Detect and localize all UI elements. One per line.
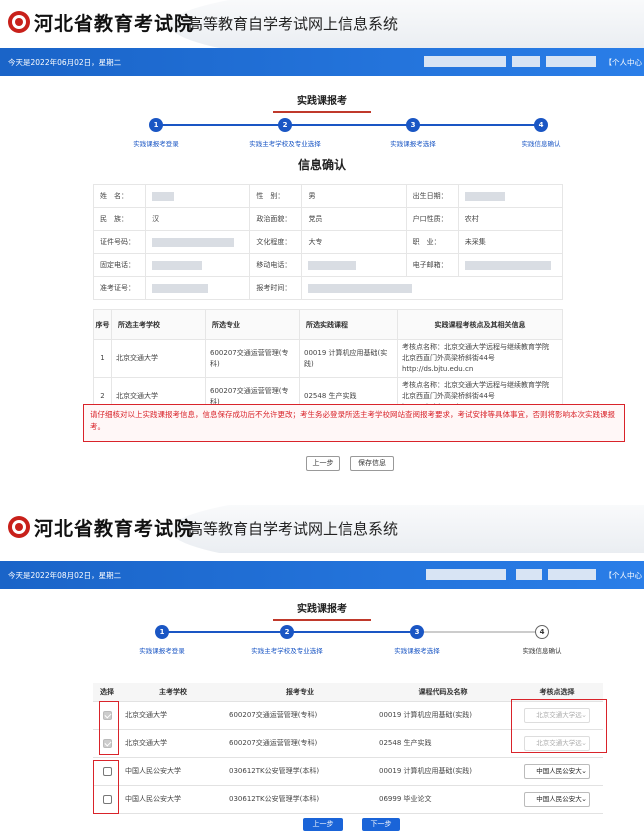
top-bar: 今天是2022年08月02日，星期二 【个人中心 [0,561,644,589]
highlight-box [93,760,119,814]
highlight-box [99,701,119,755]
col-header: 所选实践课程 [299,309,398,340]
table-row: 1 北京交通大学 600207交通运营管理(专科) 00019 计算机应用基础(… [93,339,563,378]
system-name: 高等教育自学考试网上信息系统 [188,15,399,33]
name-label: 姓 名： [92,184,147,208]
edu-label: 文化程度： [249,230,303,254]
nation-label: 民 族： [92,207,147,231]
user-center-link[interactable]: 【个人中心 [605,57,643,68]
col-header: 课程代码及名称 [375,683,511,702]
step-3-label: 实践课报考选择 [390,140,436,148]
course-select-panel: 河北省教育考试院 高等教育自学考试网上信息系统 今天是2022年08月02日，星… [0,505,644,831]
org-name: 河北省教育考试院 [34,13,195,35]
step-4-label: 实践信息确认 [522,647,562,655]
col-header: 报考专业 [225,683,375,702]
edu-value: 大专 [301,230,407,254]
highlight-box [511,699,607,753]
step-progress: 1 2 3 4 实践课报考登录 实践主考学校及专业选择 实践课报考选择 实践信息… [0,118,644,148]
step-2-label: 实践主考学校及专业选择 [249,140,321,148]
hukou-value: 农村 [457,207,564,231]
personal-info-table: 姓 名： 性 别： 男 出生日期： 民 族： 汉 政治面貌： 党员 户口性质： … [92,184,564,300]
prev-button[interactable]: 上一步 [303,818,343,831]
site-header: 河北省教育考试院 高等教育自学考试网上信息系统 [0,0,644,48]
step-4-dot: 4 [534,118,548,132]
redacted-value [152,283,209,293]
table-row: 中国人民公安大学 030612TK公安管理学(本科) 06999 毕业论文 中国… [93,785,603,814]
ticket-label: 准考证号： [92,276,147,300]
page-title: 实践课报考 [273,600,371,621]
step-1-label: 实践课报考登录 [139,647,185,655]
page-title: 实践课报考 [273,92,371,113]
col-header: 主考学校 [121,683,225,702]
job-value: 未采集 [457,230,564,254]
redacted-value [152,260,203,270]
step-3-dot: 3 [410,625,424,639]
section-title: 信息确认 [297,158,346,172]
redacted-user [512,56,540,67]
gender-label: 性 别： [249,184,303,208]
redacted-user [424,56,506,67]
redacted-user [546,56,596,67]
regtime-label: 报考时间： [249,276,303,300]
id-label: 证件号码： [92,230,147,254]
system-name: 高等教育自学考试网上信息系统 [188,520,399,538]
exam-authority-logo-icon [8,516,30,538]
chevron-down-icon: ⌄ [581,794,587,803]
step-1-dot: 1 [149,118,163,132]
redacted-value [464,260,551,270]
mobile-label: 移动电话： [249,253,303,277]
step-4-label: 实践信息确认 [521,140,561,148]
step-2-dot: 2 [278,118,292,132]
col-header: 选择 [93,683,121,702]
next-button[interactable]: 下一步 [362,818,400,831]
user-center-link[interactable]: 【个人中心 [605,570,643,581]
org-name: 河北省教育考试院 [34,518,195,540]
nation-value: 汉 [145,207,251,231]
redacted-user [548,569,596,580]
step-progress: 1 2 3 4 实践课报考登录 实践主考学校及专业选择 实践课报考选择 实践信息… [0,625,644,655]
site-header: 河北省教育考试院 高等教育自学考试网上信息系统 [0,505,644,553]
redacted-value [308,283,413,293]
date-text: 今天是2022年06月02日，星期二 [8,58,122,67]
col-header: 实践课程考核点及其相关信息 [397,309,563,340]
exam-site-select[interactable]: 中国人民公安大 ⌄ [524,763,590,779]
table-row: 中国人民公安大学 030612TK公安管理学(本科) 00019 计算机应用基础… [93,757,603,786]
col-header: 所选专业 [205,309,300,340]
redacted-value [464,191,505,201]
step-2-label: 实践主考学校及专业选择 [251,647,323,655]
hukou-label: 户口性质： [405,207,459,231]
redacted-value [152,237,235,247]
step-1-label: 实践课报考登录 [133,140,179,148]
politics-label: 政治面貌： [249,207,303,231]
warning-notice: 请仔细核对以上实践课报考信息，信息保存成功后不允许更改；考生务必登录所选主考学校… [83,404,625,442]
redacted-user [516,569,542,580]
step-3-dot: 3 [406,118,420,132]
col-header: 序号 [93,309,112,340]
save-button[interactable]: 保存信息 [350,456,394,471]
redacted-value [152,191,175,201]
exam-site-select[interactable]: 中国人民公安大 ⌄ [524,791,590,807]
step-2-dot: 2 [280,625,294,639]
col-header: 所选主考学校 [111,309,206,340]
step-4-dot: 4 [535,625,549,639]
top-bar: 今天是2022年06月02日，星期二 【个人中心 [0,48,644,76]
phone-label: 固定电话： [92,253,147,277]
gender-value: 男 [301,184,407,208]
politics-value: 党员 [301,207,407,231]
step-3-label: 实践课报考选择 [394,647,440,655]
redacted-value [308,260,357,270]
email-label: 电子邮箱： [405,253,459,277]
date-text: 今天是2022年08月02日，星期二 [8,571,122,580]
confirm-panel: 河北省教育考试院 高等教育自学考试网上信息系统 今天是2022年06月02日，星… [0,0,644,481]
exam-authority-logo-icon [8,11,30,33]
birth-label: 出生日期： [405,184,459,208]
job-label: 职 业： [405,230,459,254]
step-1-dot: 1 [155,625,169,639]
selected-courses-table: 序号 所选主考学校 所选专业 所选实践课程 实践课程考核点及其相关信息 1 北京… [93,309,563,416]
chevron-down-icon: ⌄ [581,766,587,775]
prev-button[interactable]: 上一步 [306,456,340,471]
redacted-user [426,569,506,580]
